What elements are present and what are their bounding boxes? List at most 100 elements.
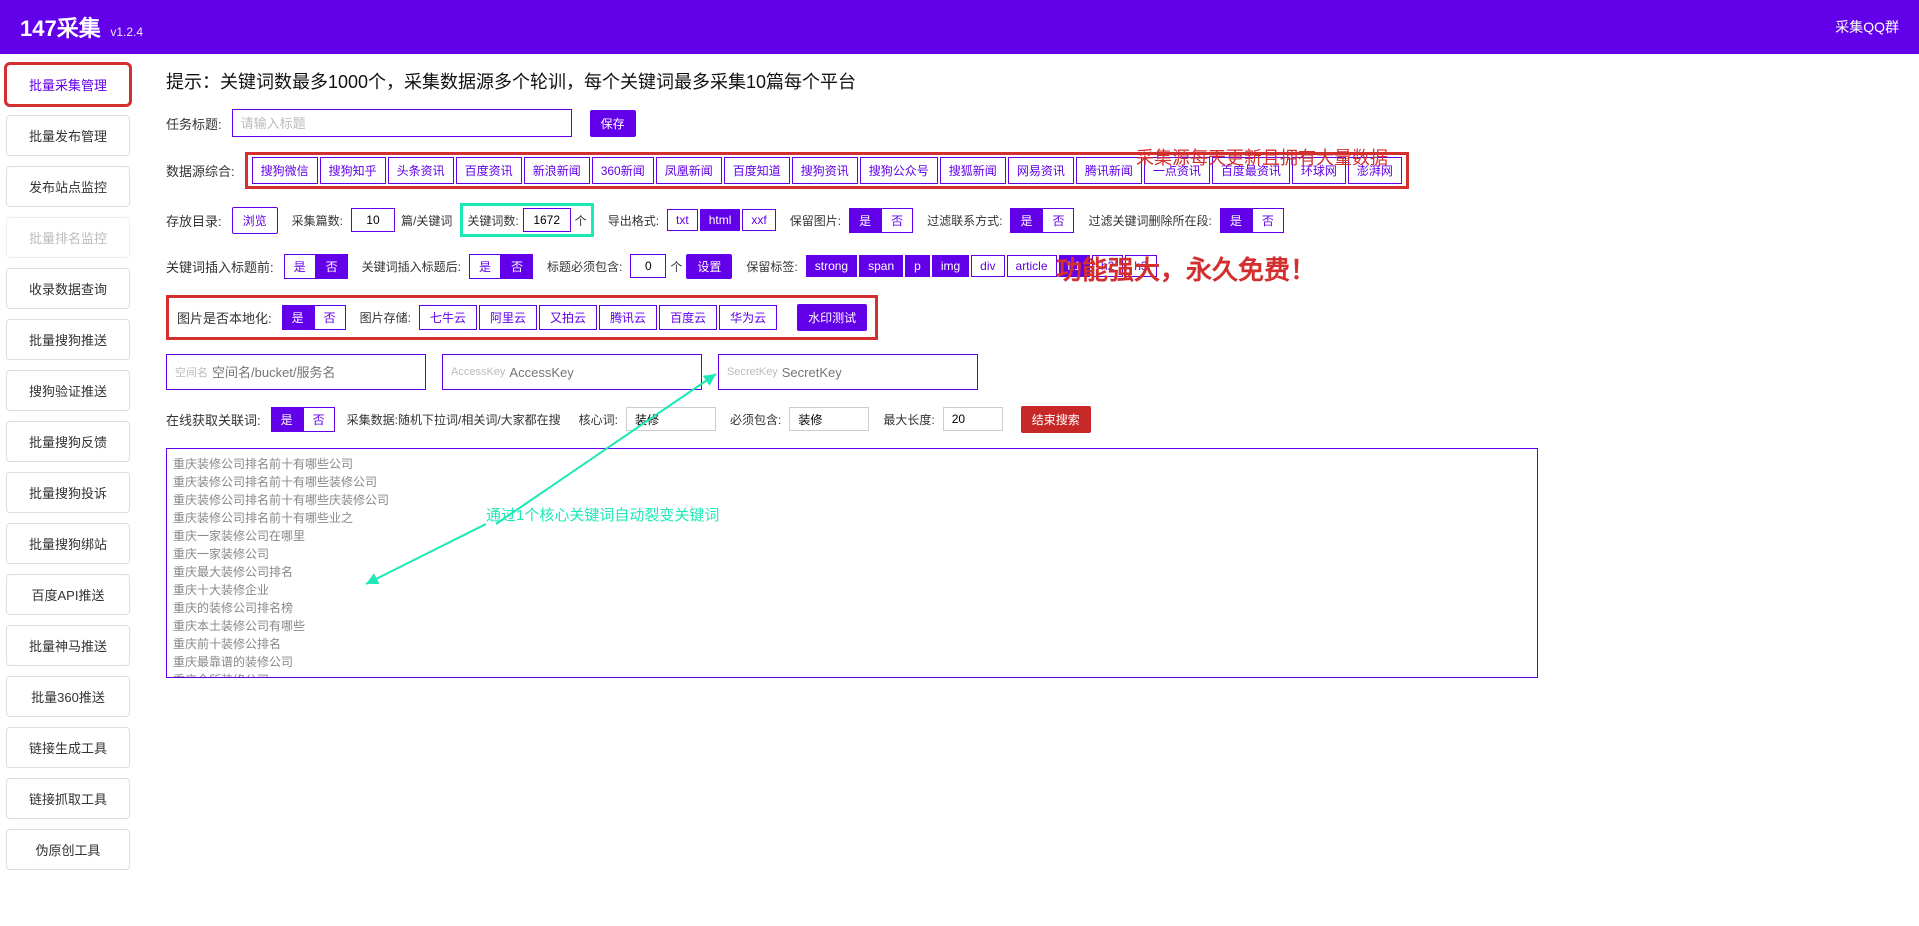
source-5[interactable]: 360新闻	[592, 157, 654, 184]
source-12[interactable]: 腾讯新闻	[1076, 157, 1142, 184]
keep-tag-label: 保留标签:	[746, 258, 797, 275]
store-row: 存放目录: 浏览 采集篇数: 篇/关键词 关键词数: 个 导出格式: txtht…	[166, 203, 1899, 237]
keepimg-toggle[interactable]: 是 否	[849, 208, 913, 233]
tag-img[interactable]: img	[932, 255, 969, 277]
sidebar-item-sogou-bind[interactable]: 批量搜狗绑站	[6, 523, 130, 564]
sk-input-wrap: SecretKey	[718, 354, 978, 390]
store-4[interactable]: 百度云	[659, 305, 717, 330]
filter-kwdel-no[interactable]: 否	[1252, 208, 1284, 233]
source-1[interactable]: 搜狗知乎	[320, 157, 386, 184]
source-2[interactable]: 头条资讯	[388, 157, 454, 184]
sidebar-item-fake-orig[interactable]: 伪原创工具	[6, 829, 130, 870]
arrow-icon-2	[356, 504, 516, 594]
sidebar-item-site-monitor[interactable]: 发布站点监控	[6, 166, 130, 207]
must-unit: 个	[670, 258, 682, 275]
kw-count-input[interactable]	[523, 208, 571, 232]
qq-group-link[interactable]: 采集QQ群	[1835, 17, 1899, 37]
app-name: 147采集	[20, 16, 101, 41]
maxlen-input[interactable]	[943, 407, 1003, 431]
sidebar-item-sogou-complain[interactable]: 批量搜狗投诉	[6, 472, 130, 513]
end-search-button[interactable]: 结束搜索	[1021, 406, 1091, 433]
img-local-yes[interactable]: 是	[282, 305, 314, 330]
store-0[interactable]: 七牛云	[419, 305, 477, 330]
store-5[interactable]: 华为云	[719, 305, 777, 330]
sidebar-item-batch-collect[interactable]: 批量采集管理	[6, 64, 130, 105]
tag-article[interactable]: article	[1007, 255, 1057, 277]
page-hint: 提示：关键词数最多1000个，采集数据源多个轮训，每个关键词最多采集10篇每个平…	[166, 68, 1899, 94]
source-10[interactable]: 搜狐新闻	[940, 157, 1006, 184]
store-3[interactable]: 腾讯云	[599, 305, 657, 330]
source-3[interactable]: 百度资讯	[456, 157, 522, 184]
filter-contact-yes[interactable]: 是	[1010, 208, 1042, 233]
sidebar-item-baidu-api[interactable]: 百度API推送	[6, 574, 130, 615]
source-7[interactable]: 百度知道	[724, 157, 790, 184]
tag-div[interactable]: div	[971, 255, 1004, 277]
store-dir-label: 存放目录:	[166, 211, 222, 230]
source-8[interactable]: 搜狗资讯	[792, 157, 858, 184]
sk-input[interactable]	[782, 365, 969, 380]
sidebar: 批量采集管理批量发布管理发布站点监控批量排名监控收录数据查询批量搜狗推送搜狗验证…	[0, 54, 136, 880]
related-no[interactable]: 否	[303, 407, 335, 432]
source-11[interactable]: 网易资讯	[1008, 157, 1074, 184]
sidebar-item-sogou-feedback[interactable]: 批量搜狗反馈	[6, 421, 130, 462]
count-unit: 篇/关键词	[401, 212, 452, 229]
space-prefix: 空间名	[175, 364, 208, 380]
img-store-label: 图片存储:	[360, 309, 411, 326]
image-highlight-box: 图片是否本地化: 是 否 图片存储: 七牛云阿里云又拍云腾讯云百度云华为云 水印…	[166, 295, 878, 340]
app-version: v1.2.4	[110, 25, 143, 39]
insert-before-no[interactable]: 否	[316, 254, 348, 279]
must-input[interactable]	[789, 407, 869, 431]
store-2[interactable]: 又拍云	[539, 305, 597, 330]
source-6[interactable]: 凤凰新闻	[656, 157, 722, 184]
sidebar-item-rank-monitor: 批量排名监控	[6, 217, 130, 258]
fmt-xxf[interactable]: xxf	[742, 209, 775, 231]
tag-span[interactable]: span	[859, 255, 903, 277]
maxlen-label: 最大长度:	[883, 411, 934, 428]
sidebar-item-sogou-verify[interactable]: 搜狗验证推送	[6, 370, 130, 411]
insert-after-yes[interactable]: 是	[469, 254, 501, 279]
sidebar-item-link-gen[interactable]: 链接生成工具	[6, 727, 130, 768]
fmt-html[interactable]: html	[700, 209, 741, 231]
save-button[interactable]: 保存	[590, 110, 636, 137]
filter-kwdel-yes[interactable]: 是	[1220, 208, 1252, 233]
insert-after-no[interactable]: 否	[501, 254, 533, 279]
fmt-label: 导出格式:	[608, 212, 659, 229]
count-input[interactable]	[351, 208, 395, 232]
sidebar-item-batch-publish[interactable]: 批量发布管理	[6, 115, 130, 156]
fmt-txt[interactable]: txt	[667, 209, 698, 231]
related-yes[interactable]: 是	[271, 407, 303, 432]
sidebar-item-360-push[interactable]: 批量360推送	[6, 676, 130, 717]
img-local-label: 图片是否本地化:	[177, 308, 272, 327]
source-4[interactable]: 新浪新闻	[524, 157, 590, 184]
source-9[interactable]: 搜狗公众号	[860, 157, 938, 184]
filter-contact-toggle[interactable]: 是 否	[1010, 208, 1074, 233]
keepimg-no[interactable]: 否	[881, 208, 913, 233]
img-local-toggle[interactable]: 是 否	[282, 305, 346, 330]
filter-kwdel-toggle[interactable]: 是 否	[1220, 208, 1284, 233]
note-red-2: 功能强大，永久免费！	[1056, 250, 1316, 287]
store-1[interactable]: 阿里云	[479, 305, 537, 330]
must-contain-input[interactable]	[630, 254, 666, 278]
source-0[interactable]: 搜狗微信	[252, 157, 318, 184]
tag-p[interactable]: p	[905, 255, 930, 277]
sidebar-item-index-query[interactable]: 收录数据查询	[6, 268, 130, 309]
setting-button[interactable]: 设置	[686, 254, 732, 279]
filter-contact-no[interactable]: 否	[1042, 208, 1074, 233]
task-title-input[interactable]	[232, 109, 572, 137]
insert-before-yes[interactable]: 是	[284, 254, 316, 279]
tag-strong[interactable]: strong	[806, 255, 857, 277]
filter-contact-label: 过滤联系方式:	[927, 212, 1002, 229]
related-toggle[interactable]: 是 否	[271, 407, 335, 432]
sidebar-item-shenma-push[interactable]: 批量神马推送	[6, 625, 130, 666]
watermark-button[interactable]: 水印测试	[797, 304, 867, 331]
main-panel: 提示：关键词数最多1000个，采集数据源多个轮训，每个关键词最多采集10篇每个平…	[136, 54, 1919, 880]
browse-button[interactable]: 浏览	[232, 207, 278, 234]
keepimg-yes[interactable]: 是	[849, 208, 881, 233]
insert-before-toggle[interactable]: 是 否	[284, 254, 348, 279]
insert-after-toggle[interactable]: 是 否	[469, 254, 533, 279]
image-row: 图片是否本地化: 是 否 图片存储: 七牛云阿里云又拍云腾讯云百度云华为云 水印…	[166, 295, 1899, 340]
insert-row: 关键词插入标题前: 是 否 关键词插入标题后: 是 否 标题必须包含: 个 设置…	[166, 251, 1899, 281]
sidebar-item-link-crawl[interactable]: 链接抓取工具	[6, 778, 130, 819]
sidebar-item-sogou-push[interactable]: 批量搜狗推送	[6, 319, 130, 360]
img-local-no[interactable]: 否	[314, 305, 346, 330]
